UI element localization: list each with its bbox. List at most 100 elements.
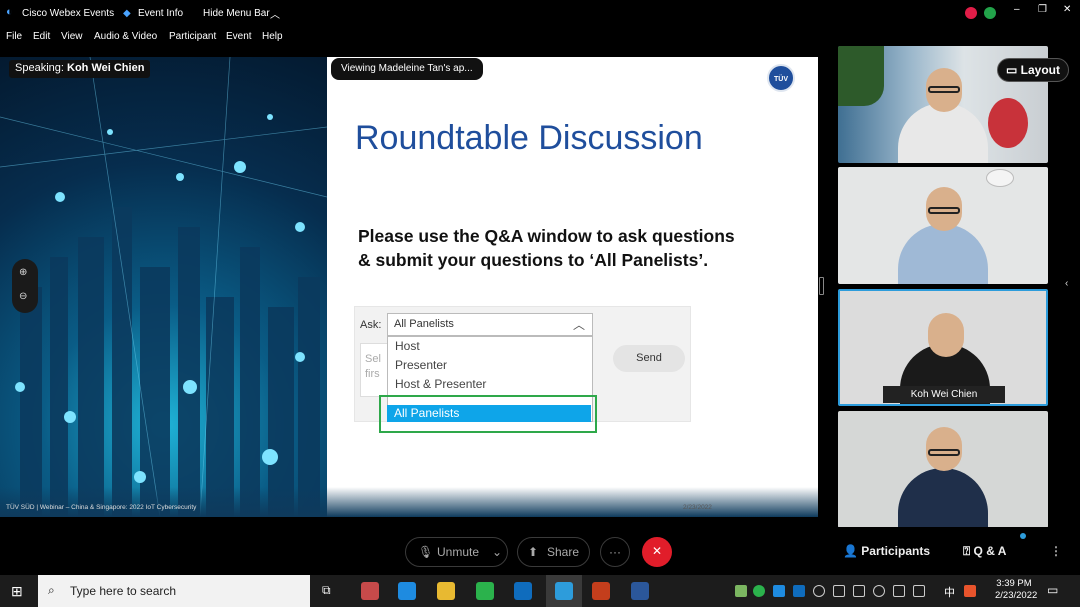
wechat-icon[interactable] (476, 582, 494, 600)
presentation-slide: TÜV Roundtable Discussion Please use the… (327, 57, 818, 517)
taskbar-clock[interactable]: 3:39 PM 2/23/2022 (995, 578, 1038, 602)
system-tray: 中 (735, 585, 985, 599)
tray-app-icon[interactable] (735, 585, 747, 597)
qa-notification-dot (1020, 533, 1026, 539)
file-explorer-icon[interactable] (437, 582, 455, 600)
more-options-button[interactable]: ··· (600, 537, 630, 567)
speaking-indicator: Speaking: Koh Wei Chien (9, 60, 151, 78)
webex-icon: ◐ (6, 6, 13, 18)
chevron-up-icon[interactable]: ︿ (270, 6, 280, 21)
layout-label: Layout (1020, 63, 1061, 77)
app-title: Cisco Webex Events (22, 8, 115, 19)
plant-decoration (838, 46, 884, 106)
recording-icon[interactable] (965, 7, 977, 19)
qa-select-value: All Panelists (394, 318, 454, 330)
qa-option-presenter: Presenter (395, 358, 448, 372)
tray-cloud-icon[interactable] (773, 585, 785, 597)
restore-button[interactable]: ❐ (1038, 4, 1047, 15)
word-icon[interactable] (631, 582, 649, 600)
powerpoint-icon[interactable] (592, 582, 610, 600)
menu-audio-video[interactable]: Audio & Video (94, 31, 157, 42)
participant-body (898, 103, 988, 163)
layout-icon: ▭ (1005, 63, 1018, 77)
close-button[interactable]: ✕ (1063, 4, 1071, 15)
meeting-controls: 🎙 Unmute ⌄ ⬆ Share ··· ✕ 👤 Participants … (0, 527, 1080, 575)
minimize-button[interactable]: – (1014, 4, 1020, 15)
chevron-up-icon: ︿ (572, 318, 585, 332)
glasses-icon (928, 449, 960, 456)
video-tile-3-active-speaker[interactable]: Koh Wei Chien (838, 289, 1048, 406)
person-icon: 👤 (843, 544, 858, 558)
tray-wechat-icon[interactable] (753, 585, 765, 597)
chevron-left-icon[interactable]: ‹ (1065, 278, 1068, 289)
webex-icon (555, 582, 573, 600)
menu-file[interactable]: File (6, 31, 22, 42)
tray-sogou-icon[interactable] (964, 585, 976, 597)
task-view-icon[interactable]: ⧉ (322, 583, 331, 598)
qa-button[interactable]: ⍰ Q & A (963, 544, 1006, 559)
app-icon-1[interactable] (361, 582, 379, 600)
search-placeholder: Type here to search (70, 584, 177, 598)
hide-menu-bar-button[interactable]: Hide Menu Bar (203, 8, 270, 19)
qa-send-button: Send (613, 345, 685, 372)
slide-footer-date: 2/23/2022 (683, 504, 712, 511)
unmute-button[interactable]: 🎙 Unmute ⌄ (405, 537, 508, 567)
share-button[interactable]: ⬆ Share (517, 537, 590, 567)
close-icon: ✕ (651, 544, 663, 558)
menu-event[interactable]: Event (226, 31, 252, 42)
windows-start-icon[interactable]: ⊞ (11, 583, 23, 600)
qa-option-host-presenter: Host & Presenter (395, 377, 487, 391)
outlook-icon[interactable] (514, 582, 532, 600)
shield-icon: ◆ (123, 8, 131, 19)
wall-clock (986, 169, 1014, 187)
zoom-in-icon[interactable]: ⊕ (19, 267, 27, 278)
clock-date: 2/23/2022 (995, 590, 1038, 601)
tray-wifi-icon[interactable] (913, 585, 925, 597)
overflow-menu-button[interactable]: ⋮ (1050, 544, 1062, 558)
webex-task-active[interactable] (546, 575, 582, 607)
notification-center-icon[interactable]: ▭ (1047, 583, 1058, 597)
taskbar-search[interactable]: ⌕ Type here to search (38, 575, 310, 607)
unmute-label: Unmute (437, 545, 480, 559)
tray-mic-icon[interactable] (873, 585, 885, 597)
speaking-name: Koh Wei Chien (67, 62, 145, 74)
slide-bottom-strip (0, 487, 818, 517)
tray-device-icon[interactable] (833, 585, 845, 597)
menu-view[interactable]: View (61, 31, 83, 42)
network-icon[interactable] (984, 7, 996, 19)
green-highlight-box (379, 395, 597, 433)
tray-outlook-icon[interactable] (793, 585, 805, 597)
edge-icon[interactable] (398, 582, 416, 600)
qa-label: Q & A (973, 544, 1007, 558)
slide-instructions: Please use the Q&A window to ask questio… (358, 224, 735, 272)
panel-resize-handle[interactable] (819, 277, 824, 295)
tray-network-icon[interactable] (853, 585, 865, 597)
slide-instruction-line-1: Please use the Q&A window to ask questio… (358, 226, 735, 246)
video-tile-2[interactable] (838, 167, 1048, 284)
video-tile-4[interactable] (838, 411, 1048, 528)
participant-head (928, 313, 964, 357)
chevron-down-icon[interactable]: ⌄ (492, 538, 502, 566)
participants-button[interactable]: 👤 Participants (843, 544, 930, 558)
menu-help[interactable]: Help (262, 31, 283, 42)
title-bar: ◐ Cisco Webex Events ◆ Event Info Hide M… (0, 0, 1080, 26)
windows-taskbar: ⊞ ⌕ Type here to search ⧉ 中 3:39 PM 2/23… (0, 575, 1080, 607)
tray-volume-icon[interactable] (893, 585, 905, 597)
menu-bar: File Edit View Audio & Video Participant… (0, 26, 1080, 48)
share-label: Share (547, 545, 580, 559)
tray-ime-indicator[interactable]: 中 (944, 584, 955, 600)
slide-footer-text: TÜV SÜD | Webinar – China & Singapore: 2… (6, 504, 197, 511)
zoom-out-icon[interactable]: ⊖ (19, 291, 27, 302)
leave-meeting-button[interactable]: ✕ (642, 537, 672, 567)
participants-label: Participants (861, 544, 930, 558)
layout-button[interactable]: ▭ Layout (997, 58, 1069, 82)
tray-sync-icon[interactable] (813, 585, 825, 597)
city-skyline-graphic (0, 57, 327, 517)
menu-participant[interactable]: Participant (169, 31, 216, 42)
search-icon: ⌕ (48, 583, 55, 597)
qa-option-host: Host (395, 339, 420, 353)
viewing-banner[interactable]: Viewing Madeleine Tan's ap... (331, 58, 483, 80)
event-info-button[interactable]: Event Info (138, 8, 183, 19)
menu-edit[interactable]: Edit (33, 31, 50, 42)
speaking-label: Speaking: (15, 62, 64, 74)
